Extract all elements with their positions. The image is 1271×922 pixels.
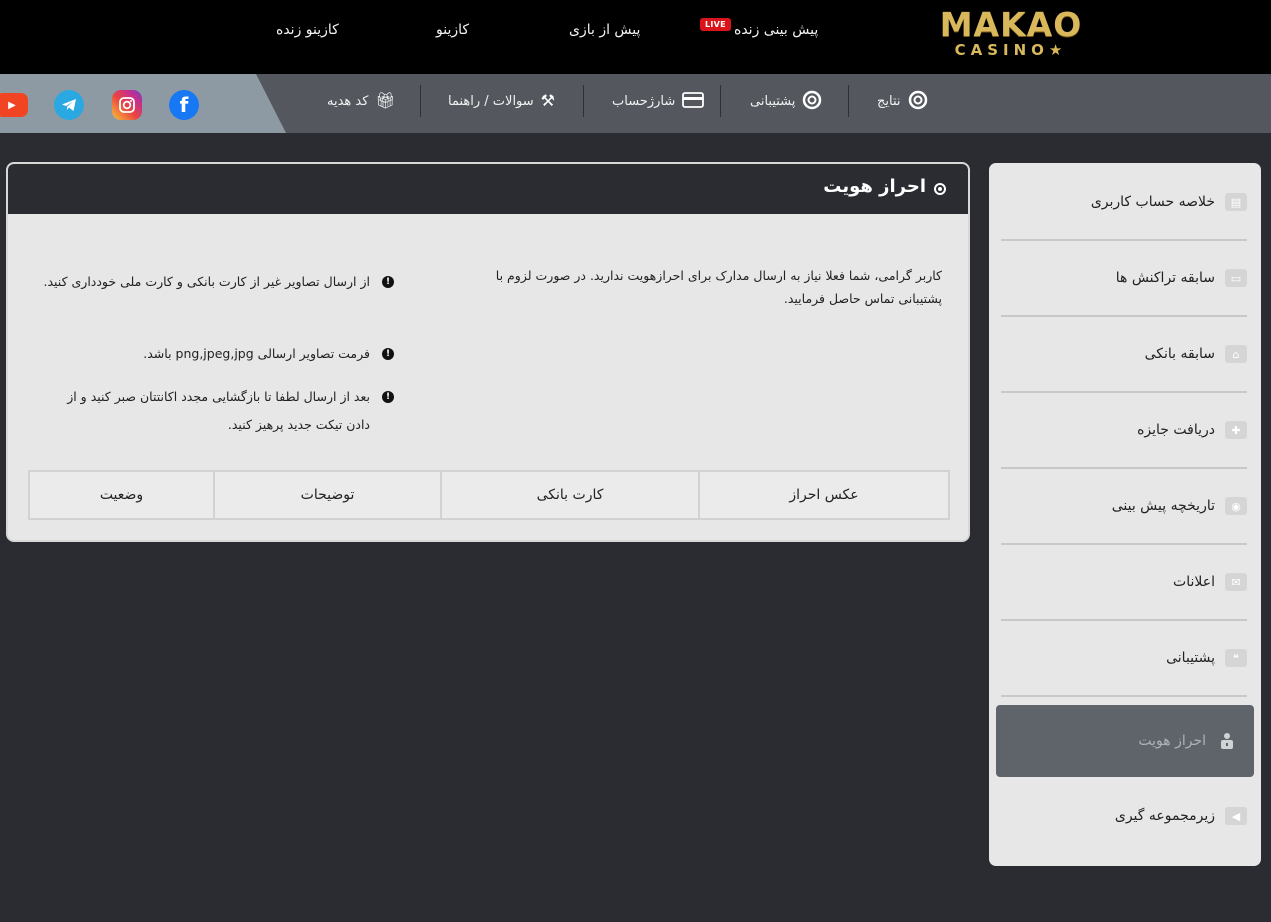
sidebar-item-label: زیرمجموعه گیری <box>1114 808 1215 824</box>
subnav-gift-code[interactable]: 🎁︎ کد هدیه <box>327 91 396 111</box>
youtube-icon[interactable]: ▶ <box>0 93 28 117</box>
target-icon <box>934 183 946 195</box>
panel-title: احراز هویت <box>823 176 926 197</box>
sidebar-item-label: دریافت جایزه <box>1137 422 1215 438</box>
subnav-results[interactable]: نتایج <box>877 90 928 113</box>
note-item: ! فرمت تصاویر ارسالی png,jpeg,jpg باشد. <box>42 340 394 368</box>
instagram-icon[interactable] <box>112 90 142 120</box>
sidebar-item-referral[interactable]: ◀ زیرمجموعه گیری <box>1001 778 1247 854</box>
divider <box>720 85 721 117</box>
sidebar-item-bank-history[interactable]: ⌂ سابقه بانکی <box>1001 317 1247 393</box>
chat-icon: ❝ <box>1225 649 1247 667</box>
subnav-results-label: نتایج <box>877 93 901 109</box>
sidebar-item-label: خلاصه حساب کاربری <box>1090 194 1215 210</box>
documents-table-header: عکس احراز کارت بانکی توضیحات وضعیت <box>28 470 950 520</box>
note-item: ! از ارسال تصاویر غیر از کارت بانکی و کا… <box>42 268 394 296</box>
verification-info-text: کاربر گرامی، شما فعلا نیاز به ارسال مدار… <box>495 268 942 306</box>
column-header-bank-card: کارت بانکی <box>440 472 698 518</box>
sidebar-item-bet-history[interactable]: ◉ تاریخچه پیش بینی <box>1001 469 1247 545</box>
facebook-icon[interactable]: f <box>169 90 199 120</box>
subnav-support[interactable]: پشتیبانی <box>750 90 822 113</box>
exclamation-icon: ! <box>382 276 394 288</box>
gift-icon: ✚ <box>1225 421 1247 439</box>
sidebar-item-support[interactable]: ❝ پشتیبانی <box>1001 621 1247 697</box>
ball-icon: ◉ <box>1225 497 1247 515</box>
subnav-gift-code-label: کد هدیه <box>327 93 369 109</box>
id-card-icon: ▤ <box>1225 193 1247 211</box>
lifebuoy-icon <box>802 90 822 113</box>
account-sidebar: ▤ خلاصه حساب کاربری ▭ سابقه تراکنش ها ⌂ … <box>989 163 1261 866</box>
sidebar-item-label: اعلانات <box>1173 574 1215 590</box>
nav-pre-match[interactable]: پیش از بازی <box>569 22 640 38</box>
nav-casino[interactable]: کازینو <box>436 22 469 38</box>
envelope-icon: ✉ <box>1225 573 1247 591</box>
credit-card-icon <box>682 91 705 111</box>
telegram-icon[interactable] <box>54 90 84 120</box>
verification-panel: احراز هویت کاربر گرامی، شما فعلا نیاز به… <box>6 162 970 542</box>
live-badge: LIVE <box>700 18 731 31</box>
panel-header: احراز هویت <box>8 164 968 214</box>
subnav-faq-label: سوالات / راهنما <box>448 93 534 109</box>
sidebar-item-verification[interactable]: احراز هویت <box>996 705 1254 777</box>
divider <box>583 85 584 117</box>
column-header-photo: عکس احراز <box>698 472 948 518</box>
sidebar-item-label: تاریخچه پیش بینی <box>1111 498 1215 514</box>
sidebar-item-label: سابقه تراکنش ها <box>1115 270 1215 286</box>
exclamation-icon: ! <box>382 348 394 360</box>
subnav-faq[interactable]: ⚒ سوالات / راهنما <box>448 91 555 111</box>
logo[interactable]: MAKAO CASINO★ <box>936 8 1086 64</box>
note-text: فرمت تصاویر ارسالی png,jpeg,jpg باشد. <box>143 346 370 361</box>
megaphone-icon: ◀ <box>1225 807 1247 825</box>
note-text: از ارسال تصاویر غیر از کارت بانکی و کارت… <box>43 274 371 289</box>
user-lock-icon <box>1216 732 1238 750</box>
sidebar-item-label: پشتیبانی <box>1166 650 1215 666</box>
divider <box>848 85 849 117</box>
sidebar-item-label: سابقه بانکی <box>1144 346 1215 362</box>
subnav-deposit[interactable]: شارژحساب <box>612 91 705 111</box>
note-item: ! بعد از ارسال لطفا تا بازگشایی مجدد اکا… <box>42 383 394 439</box>
nav-live-casino[interactable]: کازینو زنده <box>276 22 339 38</box>
note-text: بعد از ارسال لطفا تا بازگشایی مجدد اکانت… <box>67 389 370 432</box>
nav-live-betting[interactable]: پیش بینی زنده <box>734 22 818 38</box>
sidebar-item-transactions[interactable]: ▭ سابقه تراکنش ها <box>1001 241 1247 317</box>
gavel-icon: ⚒ <box>540 91 556 110</box>
credit-card-icon: ▭ <box>1225 269 1247 287</box>
exclamation-icon: ! <box>382 391 394 403</box>
subnav-support-label: پشتیبانی <box>750 93 796 109</box>
logo-sub-text: CASINO★ <box>954 41 1068 59</box>
sidebar-item-account-summary[interactable]: ▤ خلاصه حساب کاربری <box>1001 165 1247 241</box>
bank-icon: ⌂ <box>1225 345 1247 363</box>
column-header-status: وضعیت <box>99 487 144 503</box>
gift-icon: 🎁︎ <box>375 91 396 110</box>
socials-area <box>0 74 286 133</box>
sidebar-item-rewards[interactable]: ✚ دریافت جایزه <box>1001 393 1247 469</box>
lifebuoy-icon <box>908 90 928 113</box>
sidebar-item-label: احراز هویت <box>1138 733 1206 749</box>
logo-main-text: MAKAO <box>939 5 1083 44</box>
subnav-deposit-label: شارژحساب <box>612 93 676 109</box>
column-header-description: توضیحات <box>213 472 440 518</box>
sidebar-item-notifications[interactable]: ✉ اعلانات <box>1001 545 1247 621</box>
divider <box>420 85 421 117</box>
